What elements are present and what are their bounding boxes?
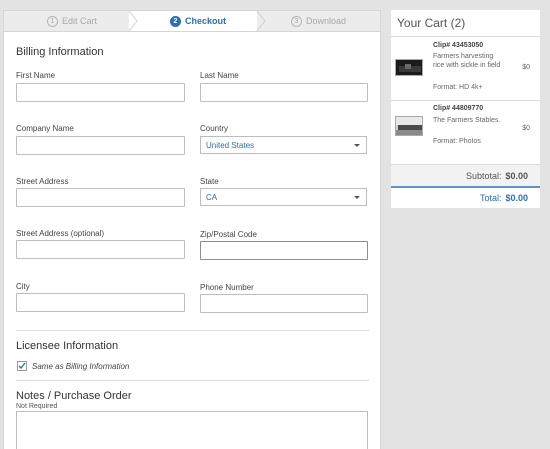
step-label: Download <box>306 16 347 26</box>
video-thumbnail-image <box>396 60 422 75</box>
notes-textarea[interactable] <box>16 411 368 449</box>
clip-format: Format: HD 4k+ <box>433 84 483 91</box>
first-name-label: First Name <box>16 71 56 80</box>
zip-field[interactable] <box>200 241 368 260</box>
cart-item[interactable]: Clip# 43453050 Farmers harvesting rice w… <box>391 37 540 100</box>
step-label: Checkout <box>185 16 227 26</box>
step-number: 3 <box>291 15 302 27</box>
cart-title: Your Cart (2) <box>397 16 466 30</box>
total-label: Total: <box>479 193 502 203</box>
cart-item[interactable]: Clip# 44809770 The Farmers Stables. Form… <box>391 101 540 164</box>
photo-thumbnail-image <box>396 117 422 135</box>
cart-total: Total: $0.00 <box>391 186 540 208</box>
clip-id: Clip# 43453050 <box>433 42 484 49</box>
billing-title: Billing Information <box>16 46 104 58</box>
cart-subtotal: Subtotal: $0.00 <box>391 164 540 186</box>
country-select[interactable]: United States <box>200 136 367 154</box>
step-checkout[interactable]: 2 Checkout <box>170 11 226 31</box>
clip-description: The Farmers Stables. <box>433 117 501 124</box>
phone-label: Phone Number <box>200 283 254 292</box>
check-icon <box>18 362 26 370</box>
last-name-label: Last Name <box>200 71 239 80</box>
total-value: $0.00 <box>505 193 528 203</box>
subtotal-label: Subtotal: <box>465 170 502 181</box>
section-divider <box>16 380 369 381</box>
step-number: 2 <box>170 15 181 27</box>
clip-id: Clip# 44809770 <box>433 105 484 112</box>
step-edit-cart[interactable]: 1 Edit Cart <box>47 11 97 31</box>
clip-format: Format: Photos <box>433 138 481 145</box>
city-label: City <box>16 282 30 291</box>
step-download[interactable]: 3 Download <box>291 11 346 31</box>
clip-thumbnail <box>395 116 423 136</box>
step-number: 1 <box>47 15 58 27</box>
first-name-field[interactable] <box>16 83 185 102</box>
clip-price: $0 <box>522 125 530 132</box>
clip-price: $0 <box>522 64 530 71</box>
street2-label: Street Address (optional) <box>16 229 105 238</box>
cart-panel: Your Cart (2) Clip# 43453050 Farmers har… <box>391 10 540 208</box>
country-value: United States <box>206 140 255 150</box>
notes-title: Notes / Purchase Order <box>16 390 132 402</box>
street-field[interactable] <box>16 188 185 207</box>
street2-field[interactable] <box>16 240 185 259</box>
chevron-down-icon <box>354 196 360 199</box>
section-divider <box>16 330 369 331</box>
country-label: Country <box>200 124 229 133</box>
company-label: Company Name <box>16 124 74 133</box>
same-as-billing-checkbox[interactable] <box>17 361 27 371</box>
state-value: CA <box>206 192 218 202</box>
licensee-title: Licensee Information <box>16 340 119 352</box>
last-name-field[interactable] <box>200 83 368 102</box>
state-select[interactable]: CA <box>200 188 367 206</box>
clip-description: Farmers harvesting rice with sickle in f… <box>433 53 501 69</box>
company-field[interactable] <box>16 136 185 155</box>
city-field[interactable] <box>16 293 185 312</box>
same-as-billing-label: Same as Billing Information <box>32 362 130 371</box>
zip-label: Zip/Postal Code <box>200 230 257 239</box>
step-label: Edit Cart <box>62 16 98 26</box>
clip-thumbnail <box>395 59 423 76</box>
chevron-down-icon <box>354 144 360 147</box>
phone-field[interactable] <box>200 294 368 313</box>
street-label: Street Address <box>16 177 69 186</box>
checkout-steps: 1 Edit Cart 2 Checkout 3 Download <box>3 10 381 32</box>
notes-subtitle: Not Required <box>16 403 58 410</box>
state-label: State <box>200 177 219 186</box>
subtotal-value: $0.00 <box>505 170 528 181</box>
checkout-form: Billing Information First Name Last Name… <box>3 32 381 449</box>
